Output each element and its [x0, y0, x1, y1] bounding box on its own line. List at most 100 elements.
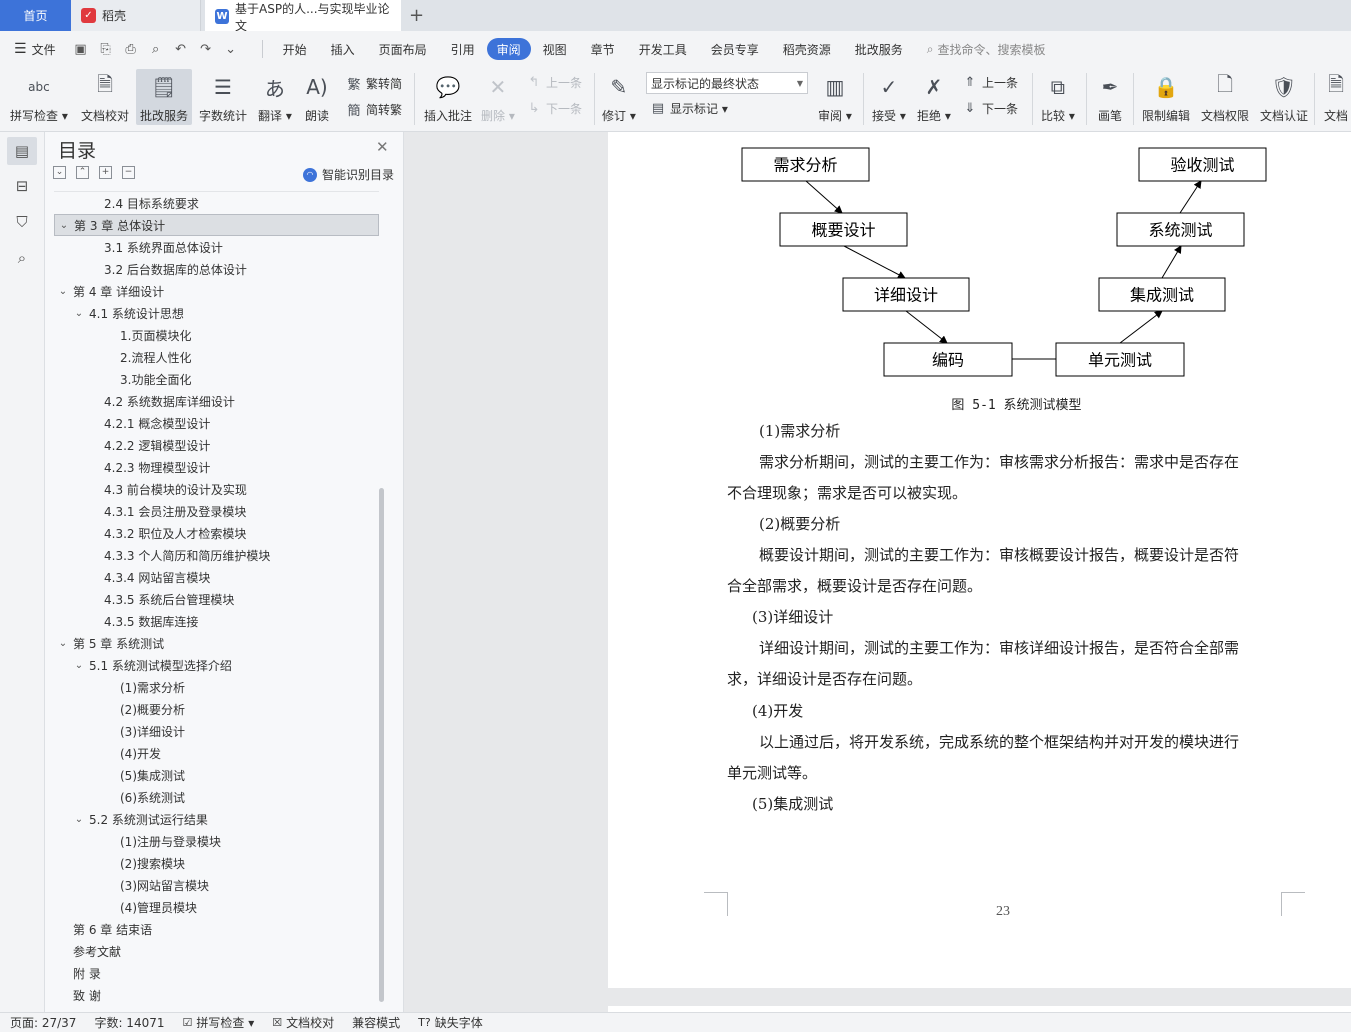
compat-mode-status[interactable]: 兼容模式 — [352, 1014, 400, 1031]
doc-cert-button[interactable]: 🛡 文档认证 — [1260, 69, 1308, 124]
word-count-indicator[interactable]: 字数: 14071 — [94, 1014, 164, 1031]
prev-comment-button[interactable]: ↰ 上一条 — [526, 74, 582, 91]
toc-item[interactable]: 第 6 章 结束语 — [54, 918, 379, 940]
toc-item[interactable]: 致 谢 — [54, 984, 379, 1006]
menu-tab-3[interactable]: 引用 — [439, 38, 487, 60]
read-aloud-button[interactable]: A) 朗读 — [303, 69, 331, 124]
toc-item[interactable]: 4.2.2 逻辑模型设计 — [54, 434, 379, 456]
redo-icon[interactable]: ↷ — [197, 42, 215, 57]
markup-state-select[interactable]: 显示标记的最终状态 ▼ — [646, 72, 808, 94]
chevron-down-icon[interactable]: ⌄ — [72, 814, 86, 825]
tab-document[interactable]: W 基于ASP的人...与实现毕业论文 — [205, 0, 401, 33]
toc-item[interactable]: 4.3 前台模块的设计及实现 — [54, 478, 379, 500]
toc-item[interactable]: 4.3.2 职位及人才检索模块 — [54, 522, 379, 544]
compare-button[interactable]: ⧉ 比较 ▾ — [1041, 69, 1075, 124]
toc-scrollbar[interactable] — [379, 488, 384, 1002]
menu-tab-6[interactable]: 章节 — [579, 38, 627, 60]
toc-item[interactable]: 4.3.4 网站留言模块 — [54, 566, 379, 588]
menu-tab-0[interactable]: 开始 — [271, 38, 319, 60]
menu-tab-7[interactable]: 开发工具 — [627, 38, 699, 60]
chevron-down-icon[interactable]: ⌄ — [72, 660, 86, 671]
search-icon[interactable]: ⌕ — [7, 244, 37, 272]
track-changes-button[interactable]: ✎ 修订 ▾ — [602, 69, 636, 124]
toc-item[interactable]: ⌄ 5.1 系统测试模型选择介绍 — [54, 654, 379, 676]
expand-all-icon[interactable]: ⌄ — [53, 166, 66, 179]
toc-item[interactable]: 1.页面模块化 — [54, 324, 379, 346]
menu-tab-2[interactable]: 页面布局 — [367, 38, 439, 60]
bookmark-icon[interactable]: ⛉ — [7, 208, 37, 236]
toc-item[interactable]: ⌄ 4.1 系统设计思想 — [54, 302, 379, 324]
menu-tab-8[interactable]: 会员专享 — [699, 38, 771, 60]
menu-tab-10[interactable]: 批改服务 — [843, 38, 915, 60]
close-icon[interactable]: ✕ — [376, 138, 389, 156]
reject-button[interactable]: ✗ 拒绝 ▾ — [917, 69, 951, 124]
export-pdf-icon[interactable]: ⎘ — [97, 42, 115, 57]
toc-item[interactable]: ⌄ 第 5 章 系统测试 — [54, 632, 379, 654]
accept-button[interactable]: ✓ 接受 ▾ — [872, 69, 906, 124]
add-heading-icon[interactable]: + — [99, 166, 112, 179]
toc-item[interactable]: ⌄ 第 4 章 详细设计 — [54, 280, 379, 302]
toc-item[interactable]: 2.4 目标系统要求 — [54, 192, 379, 214]
toc-item[interactable]: 4.3.1 会员注册及登录模块 — [54, 500, 379, 522]
tab-home[interactable]: 首页 — [0, 0, 71, 31]
doc-more-button[interactable]: 🗎 文档 — [1322, 69, 1350, 124]
pen-button[interactable]: ✒ 画笔 — [1096, 69, 1124, 124]
chapter-nav-icon[interactable]: ⊟ — [7, 172, 37, 200]
show-markup-button[interactable]: ▤ 显示标记 ▾ — [650, 100, 728, 117]
chevron-down-icon[interactable]: ⌄ — [56, 286, 70, 297]
toc-item[interactable]: 4.2.3 物理模型设计 — [54, 456, 379, 478]
revise-service-button[interactable]: 🗒 批改服务 — [136, 69, 192, 125]
review-pane-button[interactable]: ▥ 审阅 ▾ — [818, 69, 852, 124]
menu-tab-4[interactable]: 审阅 — [486, 38, 531, 60]
doc-check-button[interactable]: 🗎 文档校对 — [81, 69, 129, 124]
restrict-editing-button[interactable]: 🔒 限制编辑 — [1142, 69, 1190, 124]
toc-item[interactable]: (6)系统测试 — [54, 786, 379, 808]
toc-item[interactable]: 4.2 系统数据库详细设计 — [54, 390, 379, 412]
word-count-button[interactable]: ☰ 字数统计 — [199, 69, 247, 124]
toc-item[interactable]: ⌄ 第 3 章 总体设计 — [54, 214, 379, 236]
toc-item[interactable]: 4.3.5 数据库连接 — [54, 610, 379, 632]
toc-panel-icon[interactable]: ▤ — [7, 137, 37, 165]
translate-button[interactable]: あ 翻译 ▾ — [258, 69, 292, 124]
toc-item[interactable]: (1)注册与登录模块 — [54, 830, 379, 852]
toc-item[interactable]: (1)需求分析 — [54, 676, 379, 698]
save-icon[interactable]: ▣ — [72, 42, 90, 57]
menu-tab-9[interactable]: 稻壳资源 — [771, 38, 843, 60]
toc-item[interactable]: 附 录 — [54, 962, 379, 984]
page-indicator[interactable]: 页面: 27/37 — [10, 1014, 76, 1031]
chevron-down-icon[interactable]: ⌄ — [57, 220, 71, 231]
toc-item[interactable]: 参考文献 — [54, 940, 379, 962]
toc-item[interactable]: (2)概要分析 — [54, 698, 379, 720]
toc-item[interactable]: 3.1 系统界面总体设计 — [54, 236, 379, 258]
command-search[interactable]: ⌕ 查找命令、搜索模板 — [927, 41, 1046, 58]
smart-toc-button[interactable]: ◠ 智能识别目录 — [303, 166, 394, 183]
toc-item[interactable]: 3.2 后台数据库的总体设计 — [54, 258, 379, 280]
chevron-down-icon[interactable]: ⌄ — [72, 308, 86, 319]
collapse-all-icon[interactable]: ⌃ — [76, 166, 89, 179]
print-preview-icon[interactable]: ⌕ — [147, 42, 165, 57]
delete-comment-button[interactable]: ✕ 删除 ▾ — [481, 69, 515, 124]
toc-item[interactable]: 4.3.5 系统后台管理模块 — [54, 588, 379, 610]
doc-check-status[interactable]: ☒ 文档校对 — [272, 1014, 334, 1031]
toc-item[interactable]: 2.流程人性化 — [54, 346, 379, 368]
menu-tab-5[interactable]: 视图 — [531, 38, 579, 60]
missing-font-status[interactable]: T? 缺失字体 — [418, 1014, 483, 1031]
customize-chevron-icon[interactable]: ⌄ — [222, 42, 240, 57]
toc-item[interactable]: (2)搜索模块 — [54, 852, 379, 874]
spell-check-status[interactable]: ☑ 拼写检查 ▾ — [183, 1014, 255, 1031]
toc-item[interactable]: (5)集成测试 — [54, 764, 379, 786]
menu-tab-1[interactable]: 插入 — [319, 38, 367, 60]
next-comment-button[interactable]: ↳ 下一条 — [526, 100, 582, 117]
print-icon[interactable]: ⎙ — [122, 42, 140, 57]
undo-icon[interactable]: ↶ — [172, 42, 190, 57]
trad-to-simp-button[interactable]: 繁繁转简 — [346, 74, 402, 93]
doc-permission-button[interactable]: 🗋 文档权限 — [1201, 69, 1249, 124]
toc-item[interactable]: (3)网站留言模块 — [54, 874, 379, 896]
remove-heading-icon[interactable]: − — [122, 166, 135, 179]
toc-item[interactable]: 3.功能全面化 — [54, 368, 379, 390]
toc-item[interactable]: 4.3.3 个人简历和简历维护模块 — [54, 544, 379, 566]
next-change-button[interactable]: ⇓ 下一条 — [962, 100, 1018, 117]
toc-item[interactable]: 4.2.1 概念模型设计 — [54, 412, 379, 434]
toc-item[interactable]: (4)开发 — [54, 742, 379, 764]
tab-daoke[interactable]: ✓ 稻壳 — [71, 0, 201, 31]
